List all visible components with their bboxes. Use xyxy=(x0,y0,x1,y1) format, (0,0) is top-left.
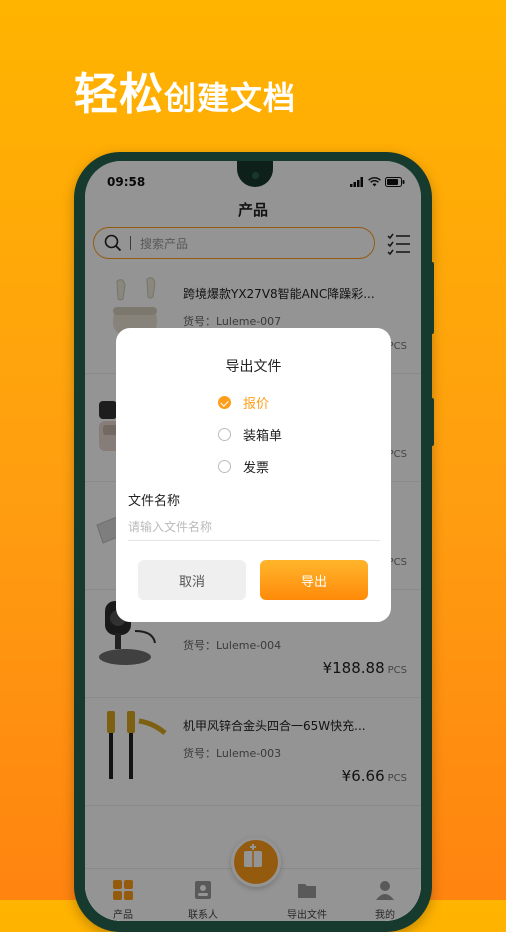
option-invoice[interactable]: 发票 xyxy=(218,456,269,476)
headline-big: 轻松 xyxy=(74,69,164,120)
option-label: 发票 xyxy=(243,460,270,476)
option-quote[interactable]: 报价 xyxy=(218,392,269,412)
radio-unchecked-icon[interactable] xyxy=(218,427,231,441)
export-dialog: 导出文件 报价 装箱单 发票 文件名称 取消 导出 xyxy=(116,328,391,622)
option-label: 报价 xyxy=(243,396,270,412)
export-button[interactable]: 导出 xyxy=(260,560,368,600)
radio-unchecked-icon[interactable] xyxy=(218,459,231,473)
headline-small: 创建文档 xyxy=(164,79,297,117)
volume-button xyxy=(430,262,434,334)
dialog-title: 导出文件 xyxy=(225,359,282,375)
cancel-button[interactable]: 取消 xyxy=(138,560,246,600)
option-label: 装箱单 xyxy=(243,428,283,444)
promo-headline: 轻松创建文档 xyxy=(74,58,296,122)
file-name-label: 文件名称 xyxy=(128,494,181,509)
file-name-input[interactable] xyxy=(128,514,380,541)
power-button xyxy=(430,398,434,446)
option-packing-list[interactable]: 装箱单 xyxy=(218,424,282,444)
radio-checked-icon[interactable] xyxy=(218,395,231,409)
